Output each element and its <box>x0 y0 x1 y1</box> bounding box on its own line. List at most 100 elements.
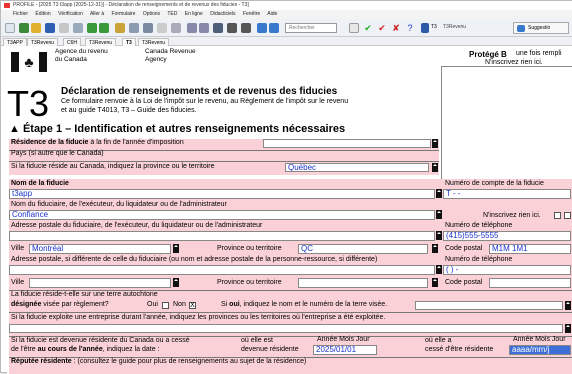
menu-options[interactable]: Options <box>143 11 160 17</box>
protected-b-suffix: une fois rempli <box>516 50 562 57</box>
menu-tutorials[interactable]: Didacticiels <box>210 11 235 17</box>
forward-arrow-icon[interactable] <box>99 23 109 33</box>
step1-heading: ▲ Étape 1 – Identification et autres ren… <box>9 123 346 135</box>
open-icon[interactable] <box>19 23 29 33</box>
alt-address-spin-icon[interactable] <box>436 265 442 274</box>
became-resident-date[interactable]: 2025/01/01 <box>313 345 377 355</box>
phone2-field[interactable]: ( ) - <box>443 265 571 275</box>
save-icon[interactable] <box>45 23 55 33</box>
printer-icon[interactable] <box>227 23 237 33</box>
check-icon[interactable]: ✔ <box>363 23 373 33</box>
suggestions-button[interactable]: Suggestio <box>513 22 569 34</box>
province-territory-field[interactable]: QC <box>298 244 428 254</box>
became-date-format: Année Mois Jour <box>317 336 370 343</box>
became-resident-label-2: devenue résidente <box>241 346 299 353</box>
tab-t3revenu-3[interactable]: T3Revenu <box>138 38 170 46</box>
trustee-field[interactable]: Confiance <box>9 210 435 220</box>
prov-spin-icon[interactable] <box>432 244 438 253</box>
form-code: T3 <box>7 83 50 124</box>
grid-icon[interactable] <box>143 23 153 33</box>
menu-goto[interactable]: Aller à <box>90 11 104 17</box>
find-next-icon[interactable] <box>269 23 279 33</box>
prov2-spin-icon[interactable] <box>432 278 438 287</box>
menu-online[interactable]: En ligne <box>185 11 203 17</box>
zoom-out-icon[interactable] <box>199 23 209 33</box>
became-resident-label: où elle est <box>241 337 273 344</box>
reserve-name-field[interactable] <box>415 301 563 310</box>
view-icon[interactable] <box>171 23 181 33</box>
postal-field[interactable]: M1M 1M1 <box>489 244 571 254</box>
t3revenu-label[interactable]: T3Revenu <box>443 24 466 30</box>
suggestions-icon <box>517 25 525 32</box>
residency-change-label: Si la fiducie est devenue résidente du C… <box>11 337 190 344</box>
trust-info-section <box>9 179 572 374</box>
alt-address-field[interactable] <box>9 265 435 275</box>
menu-edit[interactable]: Édition <box>35 11 50 17</box>
reserve-no-checkbox[interactable]: X <box>189 302 196 309</box>
paste-icon[interactable] <box>157 23 167 33</box>
no-entry-box-2 <box>564 212 571 219</box>
back-arrow-icon[interactable] <box>87 23 97 33</box>
help-icon[interactable]: ? <box>405 23 415 33</box>
residence-field[interactable] <box>263 139 431 148</box>
trustee-address-field[interactable] <box>9 231 435 241</box>
tab-c6h[interactable]: C6H <box>63 38 82 46</box>
print-preview-icon[interactable] <box>59 23 69 33</box>
calculator-icon[interactable] <box>129 23 139 33</box>
document-tabs: T3APP T3Revenu C6H T3Revenu T3 T3Revenu <box>1 37 572 46</box>
fit-page-icon[interactable] <box>213 23 223 33</box>
city-spin-icon[interactable] <box>173 244 179 253</box>
search-input[interactable]: Rechercher <box>285 23 337 33</box>
ceased-resident-date[interactable]: aaaa/mm/j <box>509 345 571 355</box>
residence-spin-icon[interactable] <box>432 139 438 148</box>
reserve-yes-checkbox[interactable] <box>162 302 169 309</box>
city2-field[interactable] <box>29 278 171 288</box>
menu-efile[interactable]: TED <box>167 11 177 17</box>
no-entry-note: N'inscrivez rien ici. <box>485 59 543 66</box>
cross-icon[interactable]: ✘ <box>391 23 401 33</box>
menu-file[interactable]: Fichier <box>13 11 28 17</box>
phone2-label: Numéro de téléphone <box>445 256 513 263</box>
reserve-spin-icon[interactable] <box>565 301 571 310</box>
city2-label: Ville <box>11 279 25 286</box>
trustee-spin-icon[interactable] <box>436 210 442 219</box>
province-spin-icon[interactable] <box>432 163 438 172</box>
zoom-in-icon[interactable] <box>187 23 197 33</box>
cra-use-box <box>441 66 572 184</box>
business-spin-icon[interactable] <box>565 324 571 333</box>
account-field[interactable]: T - - <box>443 189 571 199</box>
trust-name-spin-icon[interactable] <box>436 189 442 198</box>
new-file-icon[interactable] <box>5 23 15 33</box>
error-list-icon[interactable] <box>349 23 359 33</box>
application-window: PROFILE - [2025 T3 t3app (2025-12-31)] -… <box>0 0 572 374</box>
menu-verify[interactable]: Vérification <box>58 11 83 17</box>
menu-form[interactable]: Formulaire <box>112 11 136 17</box>
copy-icon[interactable] <box>73 23 83 33</box>
t3-form-icon[interactable] <box>421 23 429 33</box>
province-territory2-label: Province ou territoire <box>217 279 282 286</box>
phone-field[interactable]: (415)555-5555 <box>443 231 571 241</box>
folder-icon[interactable] <box>31 23 41 33</box>
find-icon[interactable] <box>257 23 267 33</box>
menu-help[interactable]: Aide <box>267 11 277 17</box>
address-spin-icon[interactable] <box>436 231 442 240</box>
business-provinces-field[interactable] <box>9 324 563 333</box>
tab-t3[interactable]: T3 <box>122 38 136 46</box>
app-icon <box>4 3 10 8</box>
menu-window[interactable]: Fenêtre <box>243 11 260 17</box>
province-territory2-field[interactable] <box>298 278 428 288</box>
city-field[interactable]: Montréal <box>29 244 171 254</box>
province-select[interactable]: Québec <box>285 163 429 172</box>
tab-t3revenu[interactable]: T3Revenu <box>27 38 59 46</box>
trust-name-field[interactable]: t3app <box>9 189 435 199</box>
tab-t3revenu-2[interactable]: T3Revenu <box>85 38 117 46</box>
postal2-field[interactable] <box>489 278 571 288</box>
canada-flag-logo: ♣ <box>11 52 47 72</box>
flag-error-icon[interactable]: ✔ <box>377 23 387 33</box>
print-all-icon[interactable] <box>241 23 251 33</box>
tab-t3app[interactable]: T3APP <box>3 38 27 46</box>
city2-spin-icon[interactable] <box>173 278 179 287</box>
t3-label[interactable]: T3 <box>431 24 437 30</box>
bookmark-icon[interactable] <box>115 23 125 33</box>
no-entry-box-1 <box>554 212 561 219</box>
